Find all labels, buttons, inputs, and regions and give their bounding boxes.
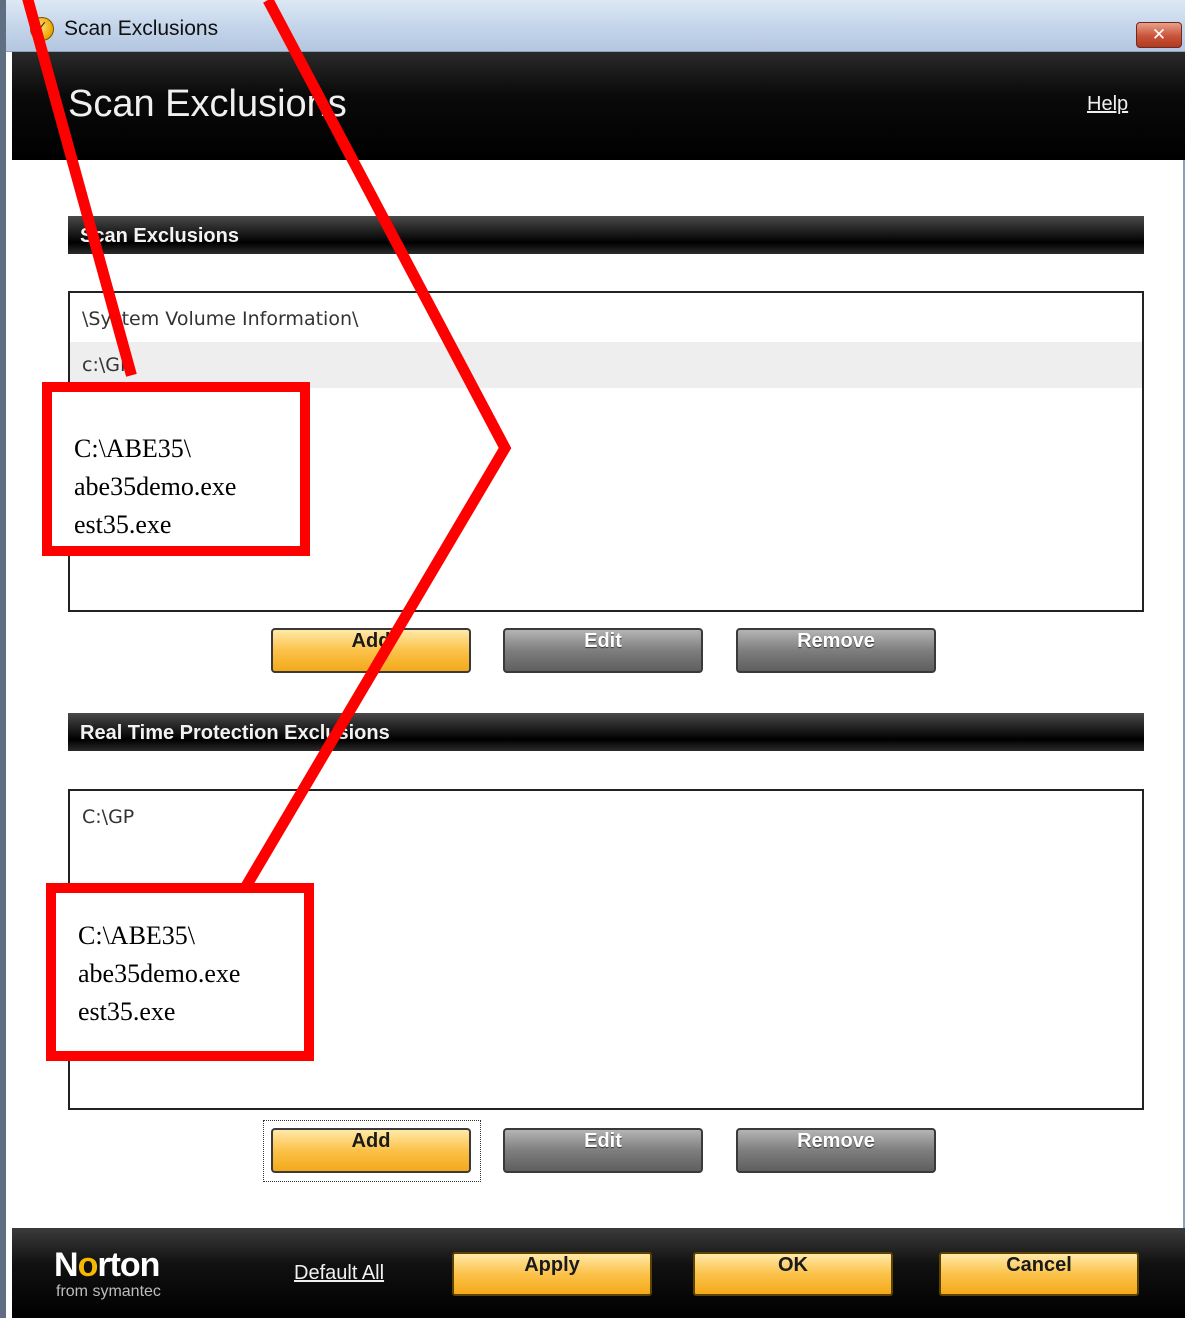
scan-edit-button[interactable]: Edit bbox=[503, 628, 703, 673]
default-all-link[interactable]: Default All bbox=[294, 1262, 384, 1285]
footer-bar: Norton from symantec Default All Apply O… bbox=[12, 1228, 1185, 1318]
annotation-line: C:\ABE35\ bbox=[78, 921, 196, 950]
ok-button[interactable]: OK bbox=[693, 1252, 893, 1296]
annotation-line: abe35demo.exe bbox=[74, 472, 237, 501]
scan-exclusions-window: Scan Exclusions ✕ Scan Exclusions Help S… bbox=[0, 0, 1185, 1318]
scan-add-button[interactable]: Add bbox=[271, 628, 471, 673]
norton-app-icon bbox=[30, 17, 54, 41]
list-item[interactable]: C:\GP bbox=[70, 794, 1142, 840]
realtime-remove-button[interactable]: Remove bbox=[736, 1128, 936, 1173]
page-header: Scan Exclusions Help bbox=[12, 52, 1185, 160]
close-button[interactable]: ✕ bbox=[1136, 22, 1182, 48]
list-item[interactable]: \System Volume Information\ bbox=[70, 296, 1142, 342]
help-link[interactable]: Help bbox=[1087, 93, 1128, 116]
cancel-button[interactable]: Cancel bbox=[939, 1252, 1139, 1296]
annotation-line: est35.exe bbox=[74, 510, 172, 539]
norton-logo: Norton bbox=[54, 1246, 160, 1284]
apply-button[interactable]: Apply bbox=[452, 1252, 652, 1296]
title-bar: Scan Exclusions ✕ bbox=[6, 0, 1185, 52]
page-title: Scan Exclusions bbox=[68, 83, 347, 125]
realtime-edit-button[interactable]: Edit bbox=[503, 1128, 703, 1173]
annotation-line: C:\ABE35\ bbox=[74, 434, 192, 463]
realtime-exclusions-heading: Real Time Protection Exclusions bbox=[80, 722, 390, 744]
scan-exclusions-heading: Scan Exclusions bbox=[80, 225, 239, 247]
annotation-box-upper: C:\ABE35\ abe35demo.exe est35.exe bbox=[42, 382, 310, 556]
window-title: Scan Exclusions bbox=[64, 17, 219, 40]
realtime-exclusions-section-header: Real Time Protection Exclusions bbox=[68, 713, 1144, 751]
norton-tagline: from symantec bbox=[56, 1283, 161, 1300]
realtime-add-button[interactable]: Add bbox=[271, 1128, 471, 1173]
scan-exclusions-section-header: Scan Exclusions bbox=[68, 216, 1144, 254]
annotation-line: abe35demo.exe bbox=[78, 959, 241, 988]
annotation-box-lower: C:\ABE35\ abe35demo.exe est35.exe bbox=[46, 883, 314, 1061]
scan-remove-button[interactable]: Remove bbox=[736, 628, 936, 673]
annotation-line: est35.exe bbox=[78, 997, 176, 1026]
